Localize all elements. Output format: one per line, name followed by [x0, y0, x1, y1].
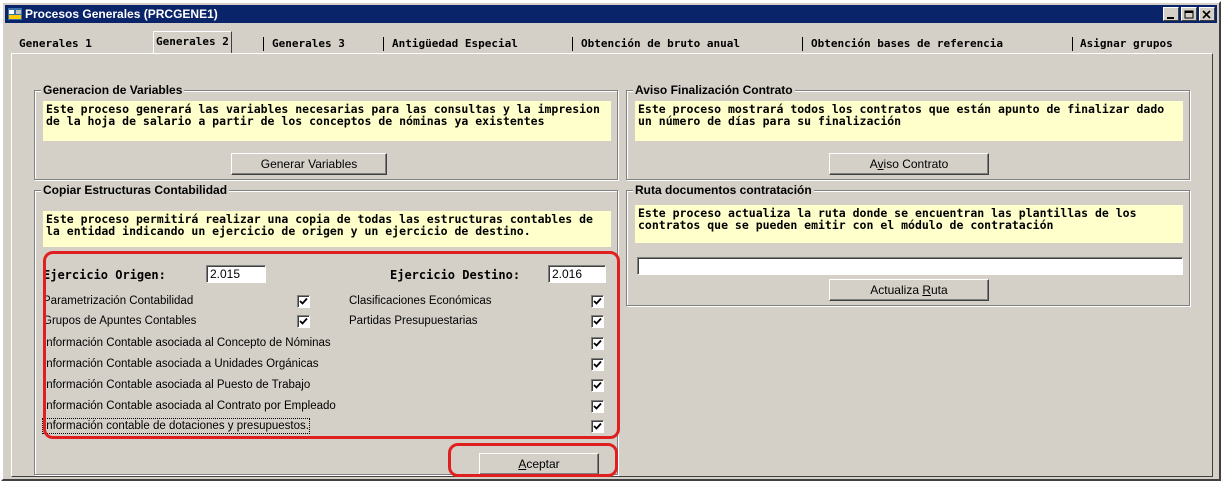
maximize-button[interactable] [1181, 7, 1197, 21]
contrato-empleado-checkbox[interactable] [591, 400, 604, 413]
aviso-description: Este proceso mostrará todos los contrato… [635, 101, 1183, 141]
close-button[interactable] [1199, 7, 1215, 21]
check-icon [593, 422, 602, 430]
tab-generales-1[interactable]: Generales 1 [19, 35, 92, 53]
group-ruta-documentos: Ruta documentos contratación Este proces… [626, 183, 1190, 306]
ejercicio-destino-label: Ejercicio Destino: [390, 268, 521, 282]
check-icon [593, 360, 602, 368]
tab-antiguedad-especial[interactable]: Antigüedad Especial [392, 35, 518, 53]
parametrizacion-checkbox[interactable] [297, 295, 310, 308]
check-icon [593, 381, 602, 389]
tab-asignar-grupos[interactable]: Asignar grupos [1080, 35, 1173, 53]
checkbox-label: Información contable de dotaciones y pre… [42, 418, 310, 434]
button-label: A [869, 157, 878, 171]
tab-obtencion-bases-referencia[interactable]: Obtención bases de referencia [811, 35, 1003, 53]
main-window: Procesos Generales (PRCGENE1) Generales … [1, 1, 1221, 481]
tab-separator [802, 37, 803, 51]
group-title: Generacion de Variables [41, 83, 185, 97]
button-label: iso Contrato [883, 157, 949, 171]
generar-variables-button[interactable]: Generar Variables [231, 153, 387, 175]
tab-separator [383, 37, 384, 51]
checkbox-label: Información Contable asociada al Concept… [43, 337, 331, 349]
checkbox-label: Partidas Presupuestarias [349, 315, 478, 327]
tab-separator [572, 37, 573, 51]
tab-separator [263, 37, 264, 51]
button-label: Actualiza [870, 283, 923, 297]
close-icon [1202, 10, 1211, 19]
group-aviso-finalizacion: Aviso Finalización Contrato Este proceso… [626, 83, 1190, 180]
ejercicio-origen-input[interactable]: 2.015 [206, 265, 266, 283]
actualiza-ruta-button[interactable]: Actualiza Ruta [829, 279, 989, 301]
check-icon [593, 339, 602, 347]
check-icon [593, 402, 602, 410]
check-icon [593, 317, 602, 325]
generacion-description: Este proceso generará las variables nece… [43, 101, 611, 141]
puesto-trabajo-checkbox[interactable] [591, 379, 604, 392]
minimize-icon [1167, 17, 1174, 19]
maximize-icon [1184, 10, 1194, 19]
group-title: Copiar Estructuras Contabilidad [41, 183, 230, 197]
checkbox-label: Grupos de Apuntes Contables [43, 315, 197, 327]
tab-obtencion-bruto-anual[interactable]: Obtención de bruto anual [581, 35, 740, 53]
access-key: R [922, 283, 931, 297]
group-title: Aviso Finalización Contrato [633, 83, 795, 97]
button-label: uta [931, 283, 948, 297]
check-icon [593, 297, 602, 305]
checkbox-label: Información Contable asociada al Contrat… [43, 400, 336, 412]
app-icon [8, 8, 22, 20]
partidas-checkbox[interactable] [591, 315, 604, 328]
checkbox-label: Parametrización Contabilidad [43, 295, 194, 307]
group-generacion-variables: Generacion de Variables Este proceso gen… [34, 83, 618, 180]
check-icon [299, 297, 308, 305]
window-title: Procesos Generales (PRCGENE1) [25, 7, 218, 21]
tab-generales-2[interactable]: Generales 2 [153, 31, 232, 53]
ruta-description: Este proceso actualiza la ruta donde se … [635, 205, 1183, 243]
checkbox-label: Clasificaciones Económicas [349, 295, 492, 307]
tab-generales-3[interactable]: Generales 3 [272, 35, 345, 53]
concepto-nominas-checkbox[interactable] [591, 337, 604, 350]
grupos-apuntes-checkbox[interactable] [297, 315, 310, 328]
tab-panel-generales-2: Generacion de Variables Este proceso gen… [11, 53, 1213, 477]
button-label: ceptar [526, 457, 560, 471]
clasificaciones-checkbox[interactable] [591, 295, 604, 308]
minimize-button[interactable] [1163, 7, 1179, 21]
group-title: Ruta documentos contratación [633, 183, 814, 197]
tab-strip: Generales 1 Generales 2 Generales 3 Anti… [17, 31, 1215, 53]
group-copiar-estructuras: Copiar Estructuras Contabilidad Este pro… [34, 183, 618, 475]
aviso-contrato-button[interactable]: Aviso Contrato [829, 153, 989, 175]
unidades-organicas-checkbox[interactable] [591, 358, 604, 371]
tab-separator [1072, 37, 1073, 51]
aceptar-button[interactable]: Aceptar [479, 453, 599, 475]
title-bar: Procesos Generales (PRCGENE1) [5, 5, 1217, 23]
checkbox-label: Información Contable asociada al Puesto … [43, 379, 311, 391]
ejercicio-destino-input[interactable]: 2.016 [548, 265, 606, 283]
ejercicio-origen-label: Ejercicio Origen: [43, 268, 166, 282]
checkbox-label: Información Contable asociada a Unidades… [43, 358, 319, 370]
check-icon [299, 317, 308, 325]
copiar-description: Este proceso permitirá realizar una copi… [43, 211, 611, 247]
ruta-path-input[interactable] [637, 257, 1183, 275]
dotaciones-presupuestos-checkbox[interactable] [591, 420, 604, 433]
